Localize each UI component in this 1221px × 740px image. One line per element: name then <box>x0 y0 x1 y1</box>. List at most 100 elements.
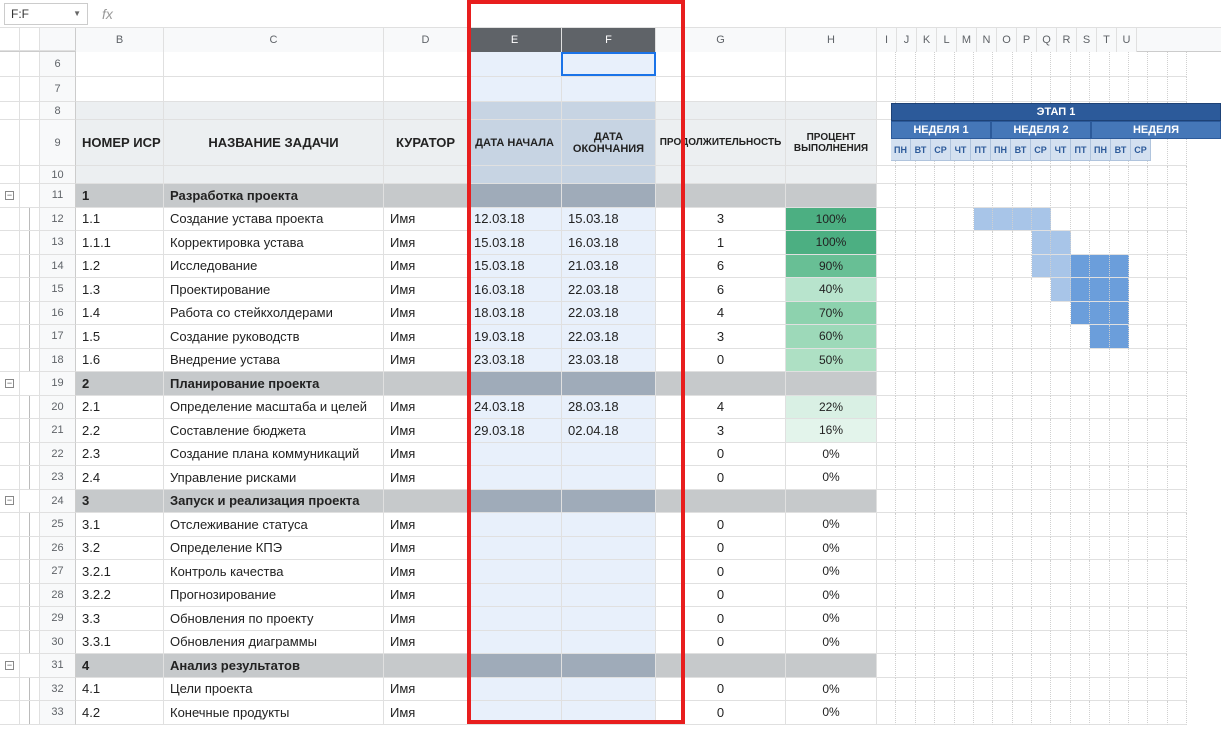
cell[interactable] <box>656 490 786 514</box>
cell[interactable]: Имя <box>384 537 468 561</box>
cell[interactable]: 16.03.18 <box>468 278 562 302</box>
table-row[interactable]: −314Анализ результатов <box>0 654 1221 678</box>
row-number[interactable]: 16 <box>40 302 76 326</box>
cell[interactable]: Имя <box>384 631 468 655</box>
cell[interactable] <box>562 102 656 120</box>
col-header-B[interactable]: B <box>76 28 164 52</box>
cell[interactable] <box>384 166 468 184</box>
cell[interactable]: 6 <box>656 278 786 302</box>
row-number[interactable]: 31 <box>40 654 76 678</box>
collapse-button[interactable]: − <box>5 661 14 670</box>
cell[interactable]: 3 <box>656 208 786 232</box>
col-header-Q[interactable]: Q <box>1037 28 1057 52</box>
cell[interactable]: 60% <box>786 325 877 349</box>
cell[interactable] <box>786 184 877 208</box>
col-header-G[interactable]: G <box>656 28 786 52</box>
cell[interactable] <box>786 654 877 678</box>
cell[interactable]: ДАТА НАЧАЛА <box>468 120 562 166</box>
cell[interactable]: 3.2 <box>76 537 164 561</box>
cell[interactable]: Имя <box>384 513 468 537</box>
cell[interactable] <box>562 631 656 655</box>
table-row[interactable]: 283.2.2ПрогнозированиеИмя00% <box>0 584 1221 608</box>
cell[interactable]: Анализ результатов <box>164 654 384 678</box>
cell[interactable] <box>656 102 786 120</box>
cell[interactable]: 0% <box>786 701 877 725</box>
cell[interactable]: Имя <box>384 678 468 702</box>
table-row[interactable]: 334.2Конечные продуктыИмя00% <box>0 701 1221 725</box>
row-number[interactable]: 28 <box>40 584 76 608</box>
cell[interactable] <box>468 701 562 725</box>
cell[interactable] <box>468 77 562 102</box>
row-number[interactable]: 32 <box>40 678 76 702</box>
cell[interactable] <box>562 654 656 678</box>
cell[interactable]: 1.3 <box>76 278 164 302</box>
col-header-N[interactable]: N <box>977 28 997 52</box>
cell[interactable]: Отслеживание статуса <box>164 513 384 537</box>
cell[interactable]: 4 <box>656 396 786 420</box>
cell[interactable]: 0 <box>656 466 786 490</box>
row-number[interactable]: 25 <box>40 513 76 537</box>
cell[interactable]: 3.2.2 <box>76 584 164 608</box>
cell[interactable]: 21.03.18 <box>562 255 656 279</box>
cell[interactable]: 16% <box>786 419 877 443</box>
table-row[interactable]: 293.3Обновления по проектуИмя00% <box>0 607 1221 631</box>
cell[interactable]: 1.1.1 <box>76 231 164 255</box>
cell[interactable]: Проектирование <box>164 278 384 302</box>
cell[interactable] <box>786 372 877 396</box>
cell[interactable]: КУРАТОР <box>384 120 468 166</box>
cell[interactable] <box>656 166 786 184</box>
table-row[interactable]: 222.3Создание плана коммуникацийИмя00% <box>0 443 1221 467</box>
table-row[interactable]: −243Запуск и реализация проекта <box>0 490 1221 514</box>
table-row[interactable]: 161.4Работа со стейкхолдерамиИмя18.03.18… <box>0 302 1221 326</box>
cell[interactable] <box>786 166 877 184</box>
col-header-J[interactable]: J <box>897 28 917 52</box>
row-number[interactable]: 33 <box>40 701 76 725</box>
row-number[interactable]: 10 <box>40 166 76 184</box>
cell[interactable]: 22.03.18 <box>562 325 656 349</box>
row-number[interactable]: 24 <box>40 490 76 514</box>
cell[interactable]: 02.04.18 <box>562 419 656 443</box>
row-number[interactable]: 6 <box>40 52 76 77</box>
cell[interactable]: Имя <box>384 231 468 255</box>
row-number[interactable]: 15 <box>40 278 76 302</box>
row-number[interactable]: 30 <box>40 631 76 655</box>
table-row[interactable]: 151.3ПроектированиеИмя16.03.1822.03.1864… <box>0 278 1221 302</box>
cell[interactable] <box>562 466 656 490</box>
cell[interactable]: Имя <box>384 302 468 326</box>
cell[interactable] <box>384 184 468 208</box>
row-number[interactable]: 11 <box>40 184 76 208</box>
cell[interactable]: 23.03.18 <box>468 349 562 373</box>
cell[interactable]: 0% <box>786 584 877 608</box>
cell[interactable]: 1.5 <box>76 325 164 349</box>
row-number[interactable]: 27 <box>40 560 76 584</box>
cell[interactable]: 22.03.18 <box>562 278 656 302</box>
row-number[interactable]: 9 <box>40 120 76 166</box>
cell[interactable]: ПРОЦЕНТ ВЫПОЛНЕНИЯ <box>786 120 877 166</box>
cell[interactable]: 3 <box>656 419 786 443</box>
cell[interactable]: 50% <box>786 349 877 373</box>
cell[interactable]: 2.4 <box>76 466 164 490</box>
cell[interactable]: 0% <box>786 443 877 467</box>
collapse-button[interactable]: − <box>5 496 14 505</box>
cell[interactable]: Создание устава проекта <box>164 208 384 232</box>
cell[interactable]: 90% <box>786 255 877 279</box>
cell[interactable]: 3.3.1 <box>76 631 164 655</box>
cell[interactable] <box>468 166 562 184</box>
name-box-dropdown-icon[interactable]: ▼ <box>73 9 81 18</box>
cell[interactable]: 3.2.1 <box>76 560 164 584</box>
cell[interactable] <box>468 537 562 561</box>
cell[interactable]: 100% <box>786 231 877 255</box>
cell[interactable]: 28.03.18 <box>562 396 656 420</box>
cell[interactable]: 0 <box>656 443 786 467</box>
cell[interactable]: 29.03.18 <box>468 419 562 443</box>
cell[interactable] <box>468 372 562 396</box>
cell[interactable] <box>468 52 562 77</box>
cell[interactable] <box>468 443 562 467</box>
cell[interactable]: Имя <box>384 584 468 608</box>
cell[interactable] <box>562 607 656 631</box>
cell[interactable]: Конечные продукты <box>164 701 384 725</box>
cell[interactable]: 3.1 <box>76 513 164 537</box>
cell[interactable]: Имя <box>384 396 468 420</box>
cell[interactable]: Определение масштаба и целей <box>164 396 384 420</box>
cell[interactable]: Имя <box>384 255 468 279</box>
